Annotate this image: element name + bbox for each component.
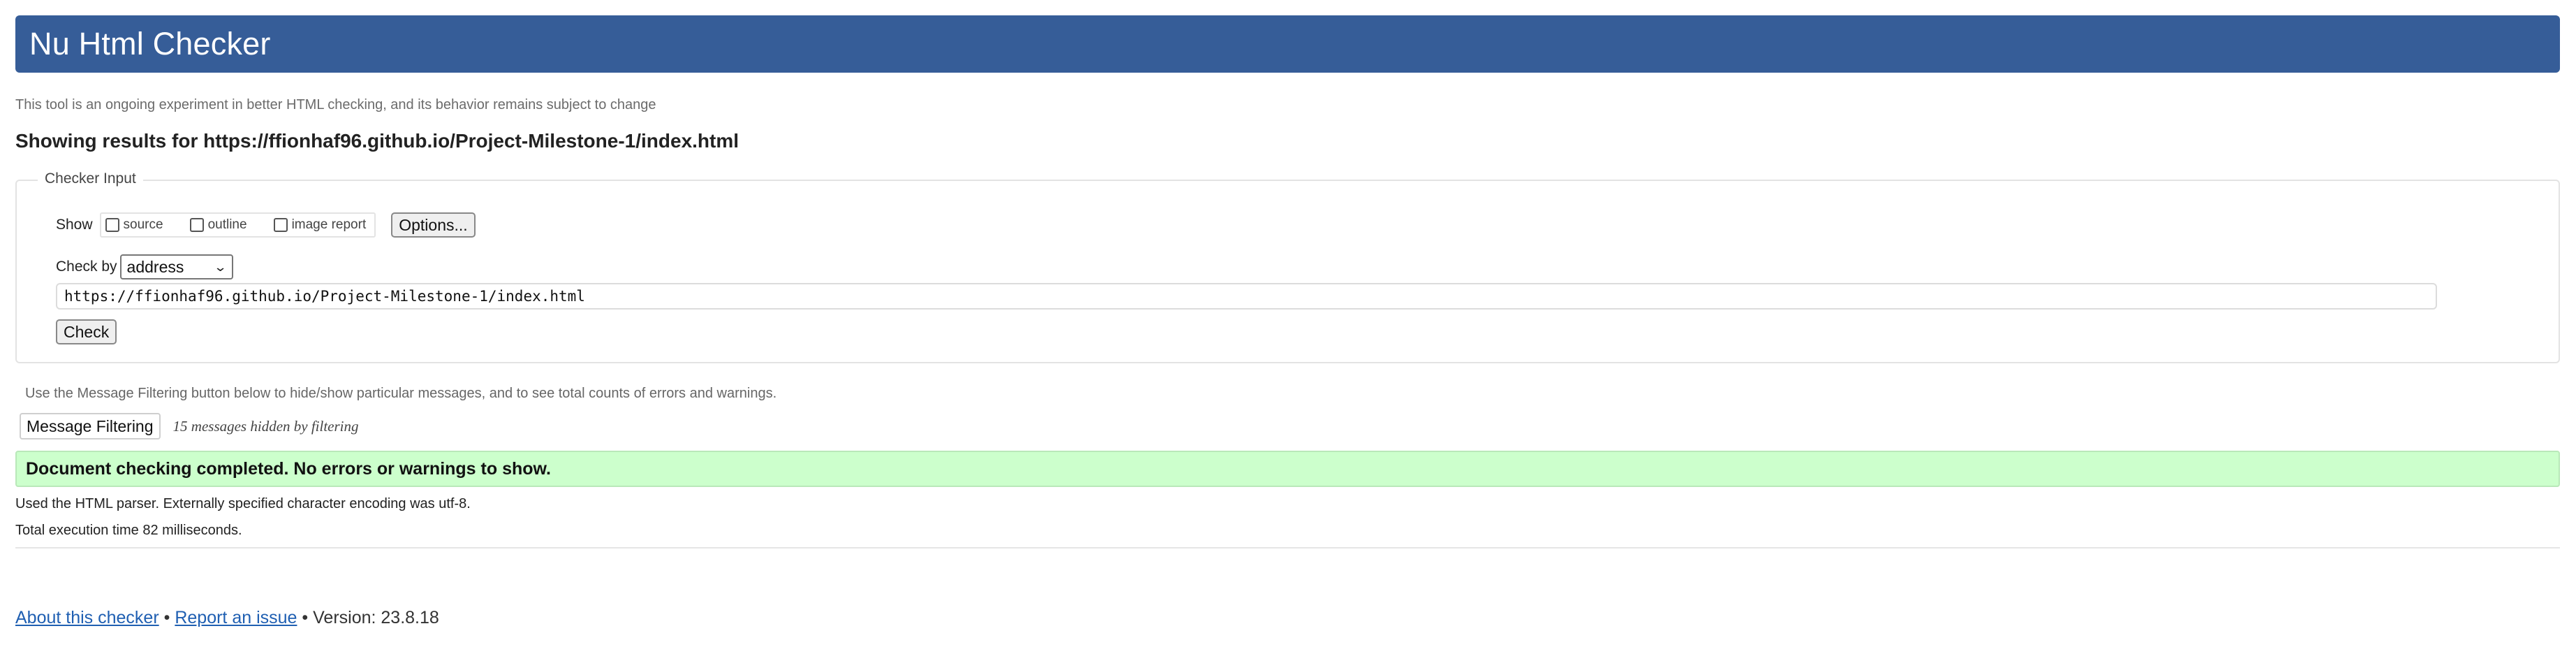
options-button[interactable]: Options... <box>391 212 476 238</box>
checker-input-fieldset <box>15 180 2560 363</box>
check-by-selected-value: address <box>126 257 184 276</box>
footer-separator-2: • <box>302 608 309 627</box>
check-by-row: Check by address ⌄ <box>56 254 233 279</box>
results-heading: Showing results for https://ffionhaf96.g… <box>15 130 739 152</box>
footer: About this checker • Report an issue • V… <box>15 608 439 628</box>
page: Nu Html Checker This tool is an ongoing … <box>0 0 2576 654</box>
image-report-checkbox[interactable] <box>273 218 288 232</box>
outline-checkbox-label[interactable]: outline <box>208 217 247 233</box>
footer-separator: • <box>163 608 170 627</box>
check-button[interactable]: Check <box>56 319 117 344</box>
source-checkbox[interactable] <box>105 218 119 232</box>
message-filtering-row: Message Filtering 15 messages hidden by … <box>20 413 359 439</box>
source-checkbox-label[interactable]: source <box>124 217 163 233</box>
show-label: Show <box>56 217 93 233</box>
hidden-messages-count: 15 messages hidden by filtering <box>172 417 359 435</box>
success-message: Document checking completed. No errors o… <box>15 451 2560 487</box>
execution-time-info: Total execution time 82 milliseconds. <box>15 523 242 538</box>
header-bar: Nu Html Checker <box>15 15 2560 73</box>
report-issue-link[interactable]: Report an issue <box>175 608 297 627</box>
message-filtering-hint: Use the Message Filtering button below t… <box>25 386 777 401</box>
chevron-down-icon: ⌄ <box>214 259 228 274</box>
checker-input-legend: Checker Input <box>38 170 143 187</box>
outline-checkbox[interactable] <box>189 218 204 232</box>
about-checker-link[interactable]: About this checker <box>15 608 159 627</box>
image-report-checkbox-label[interactable]: image report <box>292 217 367 233</box>
footer-divider <box>15 547 2560 548</box>
check-by-label: Check by <box>56 259 117 275</box>
page-title: Nu Html Checker <box>29 26 271 61</box>
parser-info: Used the HTML parser. Externally specifi… <box>15 496 471 511</box>
tool-disclaimer: This tool is an ongoing experiment in be… <box>15 97 656 112</box>
show-options-row: Show source outline image report Options… <box>56 212 476 238</box>
url-input[interactable]: https://ffionhaf96.github.io/Project-Mil… <box>56 283 2437 310</box>
version-text: Version: 23.8.18 <box>313 608 439 627</box>
message-filtering-button[interactable]: Message Filtering <box>20 413 161 439</box>
show-options-group: source outline image report <box>99 212 376 238</box>
check-by-select[interactable]: address ⌄ <box>119 254 233 279</box>
